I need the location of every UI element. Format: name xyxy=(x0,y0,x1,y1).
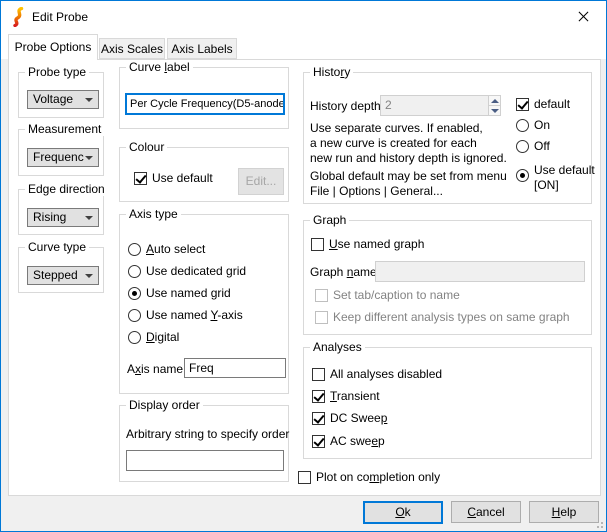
history-group: History History depth 2 default Use sepa… xyxy=(303,72,592,204)
curve-type-dropdown[interactable]: Stepped xyxy=(27,266,99,285)
curve-label-input[interactable]: Per Cycle Frequency(D5-anode) xyxy=(125,93,285,115)
transient-checkbox[interactable] xyxy=(312,390,325,403)
radio-use-named-grid[interactable] xyxy=(128,287,141,300)
history-default-checkbox[interactable] xyxy=(516,98,529,111)
axis-type-legend: Axis type xyxy=(126,207,181,221)
probe-type-legend: Probe type xyxy=(25,65,89,79)
history-legend: History xyxy=(310,65,353,79)
help-button[interactable]: Help xyxy=(529,501,599,523)
history-default-label: default xyxy=(534,97,570,111)
analyses-legend: Analyses xyxy=(310,340,365,354)
radio-use-named-grid-label: Use named grid xyxy=(146,286,231,300)
probe-options-page: Probe type Voltage Measurement Frequenc … xyxy=(8,59,601,496)
colour-use-default-label: Use default xyxy=(152,171,213,185)
history-global-line: Global default may be set from menu xyxy=(310,169,507,183)
tab-axis-labels[interactable]: Axis Labels xyxy=(167,38,237,59)
curve-label-legend: Curve label xyxy=(126,60,193,74)
keep-analysis-types-checkbox[interactable] xyxy=(315,311,328,324)
edge-direction-dropdown[interactable]: Rising xyxy=(27,208,99,227)
history-note-line: Use separate curves. If enabled, xyxy=(310,121,483,135)
display-order-hint: Arbitrary string to specify order xyxy=(126,427,289,441)
radio-history-use-default[interactable] xyxy=(516,169,529,182)
window-title: Edit Probe xyxy=(32,10,88,24)
tab-probe-options[interactable]: Probe Options xyxy=(8,34,98,60)
measurement-group: Measurement Frequenc xyxy=(18,129,104,176)
radio-use-dedicated-grid[interactable] xyxy=(128,265,141,278)
set-tab-caption-label: Set tab/caption to name xyxy=(333,288,460,302)
chevron-down-icon xyxy=(85,274,93,278)
keep-analysis-types-label: Keep different analysis types on same gr… xyxy=(333,310,570,324)
colour-legend: Colour xyxy=(126,140,167,154)
set-tab-caption-checkbox[interactable] xyxy=(315,289,328,302)
app-logo-icon xyxy=(11,7,26,30)
colour-group: Colour Use default Edit... xyxy=(119,147,289,202)
display-order-group: Display order Arbitrary string to specif… xyxy=(119,405,289,482)
curve-type-group: Curve type Stepped xyxy=(18,247,104,293)
radio-digital-label: Digital xyxy=(146,330,179,344)
edit-colour-button[interactable]: Edit... xyxy=(238,168,284,195)
edge-direction-group: Edge direction Rising xyxy=(18,189,104,235)
display-order-legend: Display order xyxy=(126,398,203,412)
resize-grip[interactable] xyxy=(593,518,603,528)
history-note-line: a new curve is created for each xyxy=(310,136,477,150)
dc-sweep-label: DC Sweep xyxy=(330,411,387,425)
history-depth-input[interactable]: 2 xyxy=(380,95,501,116)
probe-type-group: Probe type Voltage xyxy=(18,72,104,118)
radio-use-named-y-axis-label: Use named Y-axis xyxy=(146,308,243,322)
cancel-button[interactable]: Cancel xyxy=(451,501,521,523)
radio-history-on[interactable] xyxy=(516,119,529,132)
probe-type-dropdown[interactable]: Voltage xyxy=(27,90,99,109)
transient-label: Transient xyxy=(330,389,380,403)
history-global-line: File | Options | General... xyxy=(310,184,443,198)
chevron-down-icon xyxy=(85,98,93,102)
chevron-down-icon xyxy=(85,216,93,220)
axis-name-label: Axis name xyxy=(127,362,183,376)
display-order-input[interactable] xyxy=(126,450,284,471)
radio-use-named-y-axis[interactable] xyxy=(128,309,141,322)
all-analyses-disabled-checkbox[interactable] xyxy=(312,368,325,381)
radio-digital[interactable] xyxy=(128,331,141,344)
plot-on-completion-checkbox[interactable] xyxy=(298,471,311,484)
radio-history-off-label: Off xyxy=(534,139,550,153)
close-icon[interactable] xyxy=(568,7,598,27)
radio-use-dedicated-grid-label: Use dedicated grid xyxy=(146,264,246,278)
colour-use-default-checkbox[interactable] xyxy=(134,172,147,185)
radio-history-use-default-label: Use default xyxy=(534,163,595,177)
dc-sweep-checkbox[interactable] xyxy=(312,412,325,425)
history-note-line: new run and history depth is ignored. xyxy=(310,151,507,165)
ok-button[interactable]: Ok xyxy=(363,501,443,524)
curve-label-group: Curve label Per Cycle Frequency(D5-anode… xyxy=(119,67,289,129)
radio-auto-select[interactable] xyxy=(128,243,141,256)
use-named-graph-label: Use named graph xyxy=(329,237,424,251)
graph-group: Graph Use named graph Graph name Set tab… xyxy=(303,220,592,335)
use-named-graph-checkbox[interactable] xyxy=(311,238,324,251)
curve-type-legend: Curve type xyxy=(25,240,89,254)
edge-direction-legend: Edge direction xyxy=(25,182,108,196)
plot-on-completion-label: Plot on completion only xyxy=(316,470,440,484)
edit-probe-dialog: Edit Probe Probe Options Axis Scales Axi… xyxy=(0,0,607,532)
measurement-legend: Measurement xyxy=(25,122,104,136)
chevron-down-icon xyxy=(85,156,93,160)
tab-axis-scales[interactable]: Axis Scales xyxy=(99,38,165,59)
spin-down-button[interactable] xyxy=(488,105,501,116)
history-depth-label: History depth xyxy=(310,99,381,113)
ac-sweep-label: AC sweep xyxy=(330,434,385,448)
ac-sweep-checkbox[interactable] xyxy=(312,435,325,448)
radio-history-use-default-label2: [ON] xyxy=(534,178,559,192)
analyses-group: Analyses All analyses disabled Transient… xyxy=(303,347,592,459)
radio-auto-select-label: Auto select xyxy=(146,242,205,256)
graph-legend: Graph xyxy=(310,213,349,227)
all-analyses-disabled-label: All analyses disabled xyxy=(330,367,442,381)
graph-name-label: Graph name xyxy=(310,265,377,279)
axis-name-input[interactable]: Freq xyxy=(184,358,286,378)
radio-history-off[interactable] xyxy=(516,140,529,153)
radio-history-on-label: On xyxy=(534,118,550,132)
measurement-dropdown[interactable]: Frequenc xyxy=(27,148,99,167)
axis-type-group: Axis type Auto select Use dedicated grid… xyxy=(119,214,289,394)
graph-name-input[interactable] xyxy=(375,261,585,282)
